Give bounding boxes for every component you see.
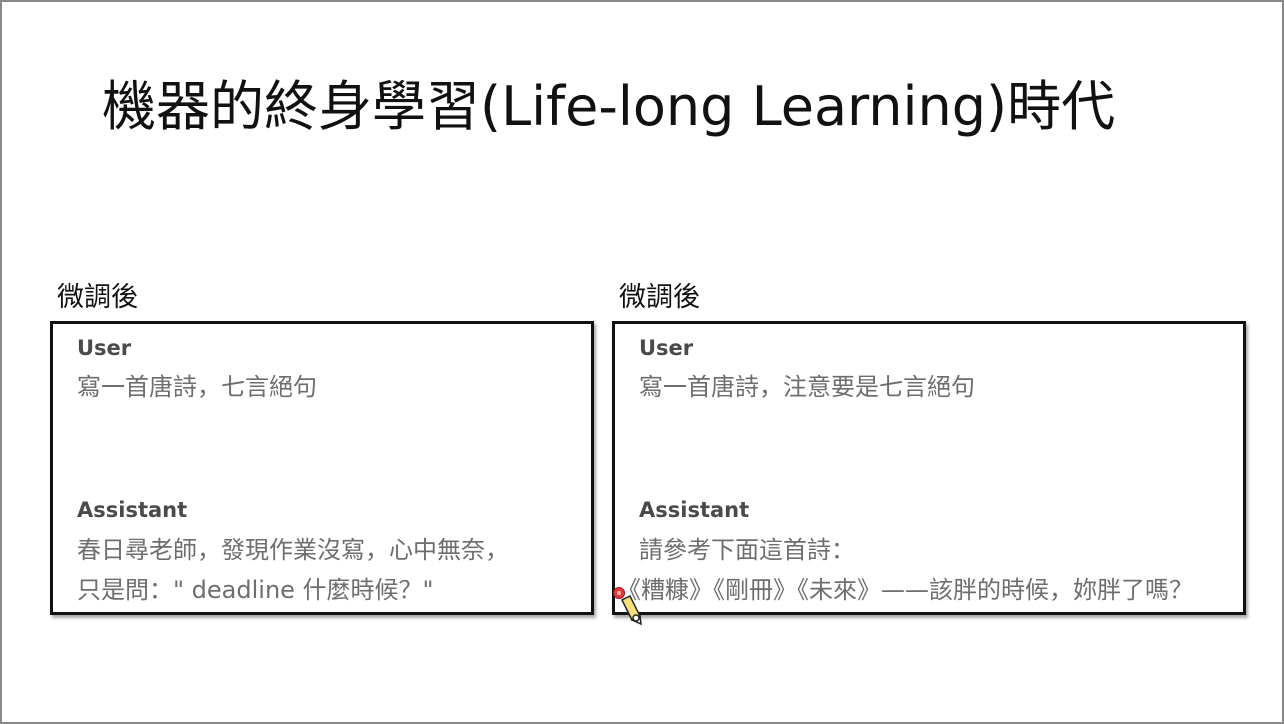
right-panel-caption: 微調後 [619,282,700,313]
slide: 機器的終身學習(Life-long Learning)時代 微調後 微調後 Us… [0,0,1284,724]
assistant-message-line-1: 請參考下面這首詩： [639,536,855,564]
user-message: 寫一首唐詩，注意要是七言絕句 [639,373,975,401]
assistant-role-label: Assistant [77,498,188,522]
left-chat-panel: User 寫一首唐詩，七言絕句 Assistant 春日尋老師，發現作業沒寫，心… [50,321,594,615]
pen-cursor-icon [613,587,642,626]
user-role-label: User [639,336,694,360]
assistant-message-line-2: 只是問：" deadline 什麼時候？" [77,576,434,604]
right-chat-panel: User 寫一首唐詩，注意要是七言絕句 Assistant 請參考下面這首詩： … [612,321,1246,615]
user-message: 寫一首唐詩，七言絕句 [77,373,317,401]
left-panel-caption: 微調後 [57,282,138,313]
assistant-role-label: Assistant [639,498,750,522]
assistant-message-line-1: 春日尋老師，發現作業沒寫，心中無奈， [77,536,509,564]
assistant-message-line-2: 《糟糠》《剛冊》《未來》——該胖的時候，妳胖了嗎？ [617,576,1193,604]
user-role-label: User [77,336,132,360]
slide-title: 機器的終身學習(Life-long Learning)時代 [102,75,1116,138]
